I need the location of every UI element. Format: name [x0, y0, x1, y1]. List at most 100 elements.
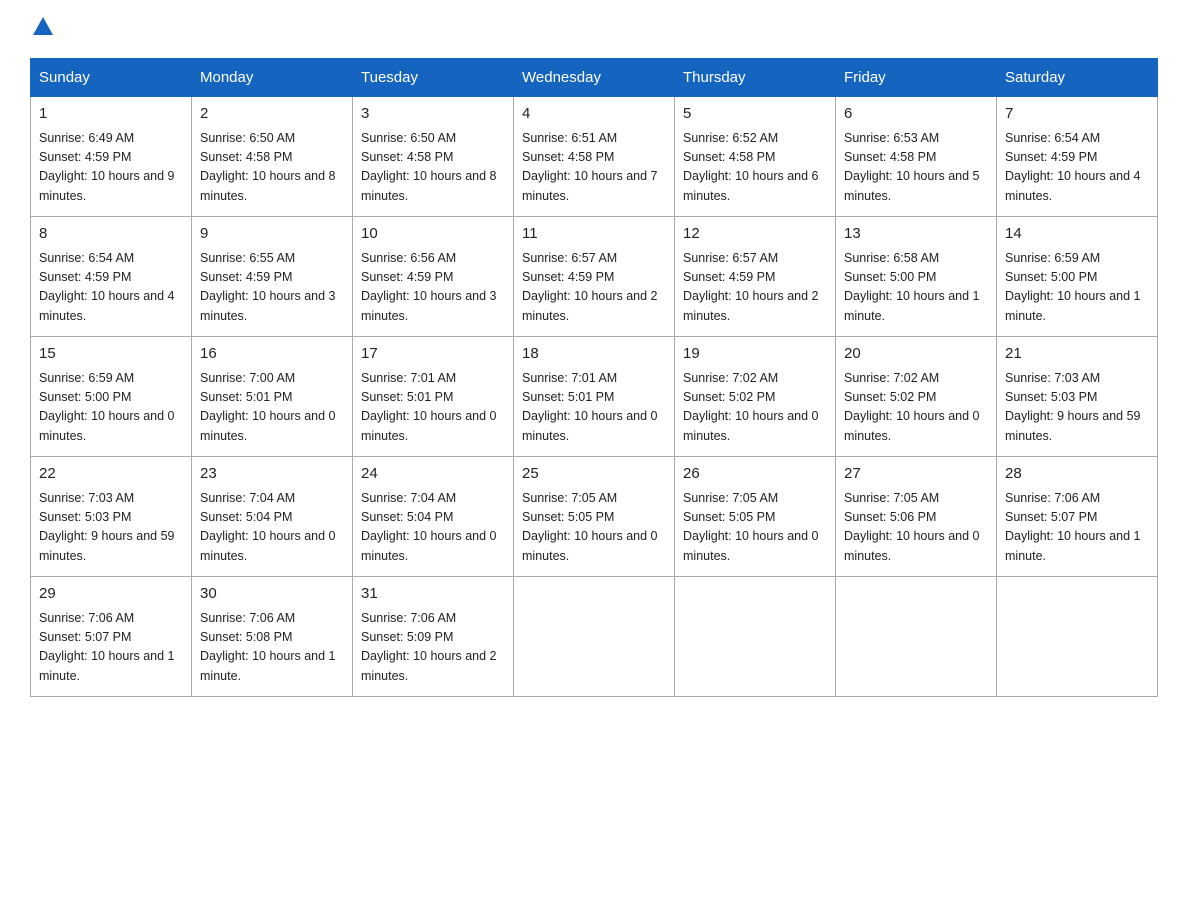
day-info: Sunrise: 7:02 AMSunset: 5:02 PMDaylight:… [844, 371, 980, 443]
calendar-day-cell: 1 Sunrise: 6:49 AMSunset: 4:59 PMDaylight… [31, 97, 192, 217]
day-info: Sunrise: 7:05 AMSunset: 5:05 PMDaylight:… [522, 491, 658, 563]
day-info: Sunrise: 7:04 AMSunset: 5:04 PMDaylight:… [361, 491, 497, 563]
calendar-day-cell: 27 Sunrise: 7:05 AMSunset: 5:06 PMDayligh… [836, 457, 997, 577]
calendar-day-cell [514, 577, 675, 697]
day-info: Sunrise: 7:06 AMSunset: 5:07 PMDaylight:… [1005, 491, 1141, 563]
day-number: 15 [39, 343, 183, 366]
day-of-week-header: Wednesday [514, 59, 675, 97]
logo [30, 20, 53, 38]
calendar-week-row: 1 Sunrise: 6:49 AMSunset: 4:59 PMDaylight… [31, 97, 1158, 217]
day-info: Sunrise: 6:51 AMSunset: 4:58 PMDaylight:… [522, 131, 658, 203]
calendar-day-cell: 31Sunrise: 7:06 AMSunset: 5:09 PMDayligh… [353, 577, 514, 697]
day-info: Sunrise: 7:01 AMSunset: 5:01 PMDaylight:… [522, 371, 658, 443]
day-number: 29 [39, 583, 183, 606]
day-info: Sunrise: 6:57 AMSunset: 4:59 PMDaylight:… [522, 251, 658, 323]
calendar-day-cell: 10 Sunrise: 6:56 AMSunset: 4:59 PMDayligh… [353, 217, 514, 337]
day-number: 24 [361, 463, 505, 486]
day-number: 12 [683, 223, 827, 246]
day-number: 7 [1005, 103, 1149, 126]
day-number: 19 [683, 343, 827, 366]
day-info: Sunrise: 7:02 AMSunset: 5:02 PMDaylight:… [683, 371, 819, 443]
day-info: Sunrise: 7:05 AMSunset: 5:06 PMDaylight:… [844, 491, 980, 563]
calendar-day-cell: 20 Sunrise: 7:02 AMSunset: 5:02 PMDayligh… [836, 337, 997, 457]
calendar-week-row: 15 Sunrise: 6:59 AMSunset: 5:00 PMDayligh… [31, 337, 1158, 457]
day-of-week-header: Friday [836, 59, 997, 97]
day-number: 10 [361, 223, 505, 246]
calendar-week-row: 8 Sunrise: 6:54 AMSunset: 4:59 PMDaylight… [31, 217, 1158, 337]
day-number: 1 [39, 103, 183, 126]
day-info: Sunrise: 7:01 AMSunset: 5:01 PMDaylight:… [361, 371, 497, 443]
calendar-day-cell: 6Sunrise: 6:53 AMSunset: 4:58 PMDaylight… [836, 97, 997, 217]
calendar-day-cell [997, 577, 1158, 697]
calendar-day-cell: 21Sunrise: 7:03 AMSunset: 5:03 PMDayligh… [997, 337, 1158, 457]
calendar-day-cell [836, 577, 997, 697]
day-info: Sunrise: 7:00 AMSunset: 5:01 PMDaylight:… [200, 371, 336, 443]
day-number: 25 [522, 463, 666, 486]
calendar-day-cell: 4Sunrise: 6:51 AMSunset: 4:58 PMDaylight… [514, 97, 675, 217]
page-header [30, 20, 1158, 38]
calendar-day-cell: 22Sunrise: 7:03 AMSunset: 5:03 PMDayligh… [31, 457, 192, 577]
day-of-week-header: Sunday [31, 59, 192, 97]
day-info: Sunrise: 6:59 AMSunset: 5:00 PMDaylight:… [39, 371, 175, 443]
calendar-week-row: 29 Sunrise: 7:06 AMSunset: 5:07 PMDayligh… [31, 577, 1158, 697]
day-info: Sunrise: 7:05 AMSunset: 5:05 PMDaylight:… [683, 491, 819, 563]
calendar-day-cell: 14 Sunrise: 6:59 AMSunset: 5:00 PMDayligh… [997, 217, 1158, 337]
calendar-day-cell: 8 Sunrise: 6:54 AMSunset: 4:59 PMDaylight… [31, 217, 192, 337]
calendar-day-cell: 17 Sunrise: 7:01 AMSunset: 5:01 PMDayligh… [353, 337, 514, 457]
day-number: 20 [844, 343, 988, 366]
day-number: 3 [361, 103, 505, 126]
calendar-day-cell: 12Sunrise: 6:57 AMSunset: 4:59 PMDayligh… [675, 217, 836, 337]
day-info: Sunrise: 6:54 AMSunset: 4:59 PMDaylight:… [1005, 131, 1141, 203]
day-number: 31 [361, 583, 505, 606]
calendar-day-cell: 18 Sunrise: 7:01 AMSunset: 5:01 PMDayligh… [514, 337, 675, 457]
calendar-day-cell: 23Sunrise: 7:04 AMSunset: 5:04 PMDayligh… [192, 457, 353, 577]
calendar-day-cell: 11 Sunrise: 6:57 AMSunset: 4:59 PMDayligh… [514, 217, 675, 337]
calendar-day-cell: 24 Sunrise: 7:04 AMSunset: 5:04 PMDayligh… [353, 457, 514, 577]
calendar-day-cell: 5 Sunrise: 6:52 AMSunset: 4:58 PMDaylight… [675, 97, 836, 217]
calendar-day-cell: 15 Sunrise: 6:59 AMSunset: 5:00 PMDayligh… [31, 337, 192, 457]
day-info: Sunrise: 6:59 AMSunset: 5:00 PMDaylight:… [1005, 251, 1141, 323]
calendar-table: SundayMondayTuesdayWednesdayThursdayFrid… [30, 58, 1158, 697]
day-info: Sunrise: 7:06 AMSunset: 5:07 PMDaylight:… [39, 611, 175, 683]
calendar-day-cell: 25 Sunrise: 7:05 AMSunset: 5:05 PMDayligh… [514, 457, 675, 577]
logo-triangle-icon [33, 17, 53, 35]
calendar-week-row: 22Sunrise: 7:03 AMSunset: 5:03 PMDayligh… [31, 457, 1158, 577]
calendar-day-cell: 30 Sunrise: 7:06 AMSunset: 5:08 PMDayligh… [192, 577, 353, 697]
calendar-day-cell: 13Sunrise: 6:58 AMSunset: 5:00 PMDayligh… [836, 217, 997, 337]
calendar-day-cell: 9 Sunrise: 6:55 AMSunset: 4:59 PMDaylight… [192, 217, 353, 337]
day-number: 26 [683, 463, 827, 486]
day-info: Sunrise: 7:03 AMSunset: 5:03 PMDaylight:… [39, 491, 175, 563]
day-number: 5 [683, 103, 827, 126]
calendar-day-cell: 28Sunrise: 7:06 AMSunset: 5:07 PMDayligh… [997, 457, 1158, 577]
day-number: 16 [200, 343, 344, 366]
day-number: 27 [844, 463, 988, 486]
day-info: Sunrise: 6:52 AMSunset: 4:58 PMDaylight:… [683, 131, 819, 203]
day-info: Sunrise: 6:49 AMSunset: 4:59 PMDaylight:… [39, 131, 175, 203]
day-number: 18 [522, 343, 666, 366]
day-number: 21 [1005, 343, 1149, 366]
day-info: Sunrise: 6:50 AMSunset: 4:58 PMDaylight:… [200, 131, 336, 203]
day-info: Sunrise: 6:55 AMSunset: 4:59 PMDaylight:… [200, 251, 336, 323]
day-number: 9 [200, 223, 344, 246]
calendar-header-row: SundayMondayTuesdayWednesdayThursdayFrid… [31, 59, 1158, 97]
day-number: 2 [200, 103, 344, 126]
calendar-day-cell [675, 577, 836, 697]
calendar-day-cell: 16 Sunrise: 7:00 AMSunset: 5:01 PMDayligh… [192, 337, 353, 457]
day-number: 30 [200, 583, 344, 606]
day-number: 17 [361, 343, 505, 366]
day-of-week-header: Thursday [675, 59, 836, 97]
day-number: 8 [39, 223, 183, 246]
calendar-day-cell: 26 Sunrise: 7:05 AMSunset: 5:05 PMDayligh… [675, 457, 836, 577]
day-number: 13 [844, 223, 988, 246]
day-info: Sunrise: 6:54 AMSunset: 4:59 PMDaylight:… [39, 251, 175, 323]
calendar-day-cell: 2 Sunrise: 6:50 AMSunset: 4:58 PMDaylight… [192, 97, 353, 217]
day-info: Sunrise: 6:56 AMSunset: 4:59 PMDaylight:… [361, 251, 497, 323]
day-info: Sunrise: 7:06 AMSunset: 5:08 PMDaylight:… [200, 611, 336, 683]
calendar-day-cell: 29 Sunrise: 7:06 AMSunset: 5:07 PMDayligh… [31, 577, 192, 697]
calendar-day-cell: 7 Sunrise: 6:54 AMSunset: 4:59 PMDaylight… [997, 97, 1158, 217]
day-number: 11 [522, 223, 666, 246]
day-info: Sunrise: 6:53 AMSunset: 4:58 PMDaylight:… [844, 131, 980, 203]
calendar-day-cell: 19 Sunrise: 7:02 AMSunset: 5:02 PMDayligh… [675, 337, 836, 457]
day-number: 14 [1005, 223, 1149, 246]
day-of-week-header: Saturday [997, 59, 1158, 97]
